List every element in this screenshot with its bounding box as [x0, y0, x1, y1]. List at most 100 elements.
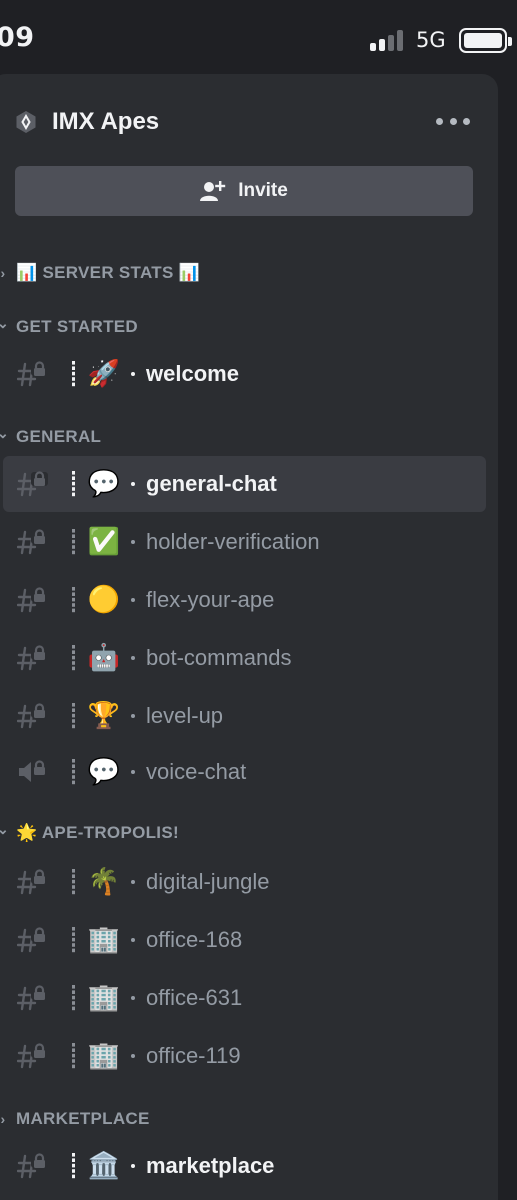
channel-name: flex-your-ape [146, 587, 275, 612]
category-header[interactable]: ⌄ GET STARTED [0, 312, 138, 342]
channel-item[interactable]: 🏆 level-up [3, 688, 486, 744]
channel-emoji: 🌴 [87, 867, 121, 897]
channel-emoji: 🚀 [87, 359, 121, 389]
separator-dot [131, 714, 135, 718]
channel-item[interactable]: ✅ holder-verification [3, 514, 486, 570]
separator-dot [131, 996, 135, 1000]
status-bar: 09 5G [0, 0, 517, 78]
locked-voice-channel-icon [17, 758, 49, 786]
server-boost-icon [14, 110, 38, 134]
category-header[interactable]: › MARKETPLACE [0, 1104, 150, 1134]
chevron-right-icon: › [0, 265, 6, 281]
channel-item[interactable]: 💬 general-chat [3, 456, 486, 512]
channel-name: office-631 [146, 985, 243, 1010]
channel-divider-icon [72, 869, 76, 895]
channel-emoji: 🏢 [87, 983, 121, 1013]
channel-name: office-119 [146, 1043, 241, 1068]
channel-name: welcome [146, 361, 239, 386]
category-label: 📊 SERVER STATS 📊 [16, 263, 201, 282]
channel-emoji: 🏆 [87, 701, 121, 731]
channel-name: voice-chat [146, 759, 247, 784]
channel-emoji: 💬 [87, 469, 121, 499]
locked-text-channel-icon [16, 360, 49, 388]
channel-emoji: 🤖 [87, 643, 121, 673]
channel-divider-icon [72, 985, 76, 1011]
status-time: 09 [0, 22, 35, 53]
category-header[interactable]: ⌄ GENERAL [0, 422, 101, 452]
separator-dot [131, 482, 135, 486]
channel-item[interactable]: 💬 voice-chat [3, 744, 486, 800]
separator-dot [131, 540, 135, 544]
separator-dot [131, 770, 135, 774]
channel-item[interactable]: 🟡 flex-your-ape [3, 572, 486, 628]
channel-name: general-chat [146, 471, 277, 496]
separator-dot [131, 372, 135, 376]
channel-item[interactable]: 🌴 digital-jungle [3, 854, 486, 910]
category-label: MARKETPLACE [16, 1109, 150, 1128]
category-header[interactable]: › 📊 SERVER STATS 📊 [0, 258, 200, 288]
channel-divider-icon [72, 759, 76, 785]
separator-dot [131, 1164, 135, 1168]
category-label: GET STARTED [16, 317, 138, 336]
channel-divider-icon [72, 471, 76, 497]
channel-divider-icon [72, 529, 76, 555]
locked-text-channel-icon [16, 1152, 49, 1180]
channel-name: marketplace [146, 1153, 275, 1178]
locked-text-channel-icon [16, 868, 49, 896]
channel-name: level-up [146, 703, 224, 728]
channel-emoji: 🏛️ [87, 1151, 121, 1181]
add-user-icon [200, 181, 226, 201]
channel-item[interactable]: 🚀 welcome [3, 346, 486, 402]
chat-pane-edge [498, 74, 517, 1200]
separator-dot [131, 938, 135, 942]
channel-emoji: 🏢 [87, 925, 121, 955]
server-header[interactable]: IMX Apes [14, 104, 159, 140]
channel-divider-icon [72, 587, 76, 613]
channel-emoji: 🏢 [87, 1041, 121, 1071]
channel-name: holder-verification [146, 529, 320, 554]
locked-text-channel-icon [16, 528, 49, 556]
channel-item[interactable]: 🏛️ marketplace [3, 1138, 486, 1194]
category-label: 🌟 APE-TROPOLIS! [16, 823, 179, 842]
channel-divider-icon [72, 645, 76, 671]
locked-text-channel-icon [16, 926, 49, 954]
locked-text-channel-icon [16, 1042, 49, 1070]
channel-emoji: 💬 [87, 757, 121, 787]
channel-name: office-168 [146, 927, 243, 952]
chevron-down-icon: ⌄ [0, 424, 10, 441]
network-type: 5G [416, 28, 446, 52]
channel-divider-icon [72, 703, 76, 729]
channel-divider-icon [72, 927, 76, 953]
battery-icon [459, 28, 512, 53]
channel-name: digital-jungle [146, 869, 270, 894]
locked-text-channel-icon [16, 702, 49, 730]
channel-emoji: 🟡 [87, 585, 121, 615]
server-name: IMX Apes [52, 108, 160, 135]
category-label: GENERAL [16, 427, 102, 446]
channel-item[interactable]: 🏢 office-119 [3, 1028, 486, 1084]
category-header[interactable]: ⌄ 🌟 APE-TROPOLIS! [0, 818, 179, 848]
channel-item[interactable]: 🤖 bot-commands [3, 630, 486, 686]
locked-text-channel-icon [16, 984, 49, 1012]
channel-divider-icon [72, 1043, 76, 1069]
signal-strength-icon [370, 29, 406, 51]
chevron-right-icon: › [0, 1111, 6, 1127]
channel-item[interactable]: 🏢 office-168 [3, 912, 486, 968]
channel-divider-icon [72, 361, 76, 387]
channel-divider-icon [72, 1153, 76, 1179]
more-options-icon[interactable] [436, 110, 470, 132]
separator-dot [131, 1054, 135, 1058]
separator-dot [131, 598, 135, 602]
channel-emoji: ✅ [87, 527, 121, 557]
locked-text-channel-icon [16, 470, 49, 498]
locked-text-channel-icon [16, 644, 49, 672]
separator-dot [131, 880, 135, 884]
chevron-down-icon: ⌄ [0, 314, 10, 331]
separator-dot [131, 656, 135, 660]
invite-button[interactable]: Invite [15, 166, 473, 216]
chevron-down-icon: ⌄ [0, 820, 10, 837]
channel-item[interactable]: 🏢 office-631 [3, 970, 486, 1026]
locked-text-channel-icon [16, 586, 49, 614]
channel-name: bot-commands [146, 645, 292, 670]
invite-label: Invite [238, 180, 288, 201]
